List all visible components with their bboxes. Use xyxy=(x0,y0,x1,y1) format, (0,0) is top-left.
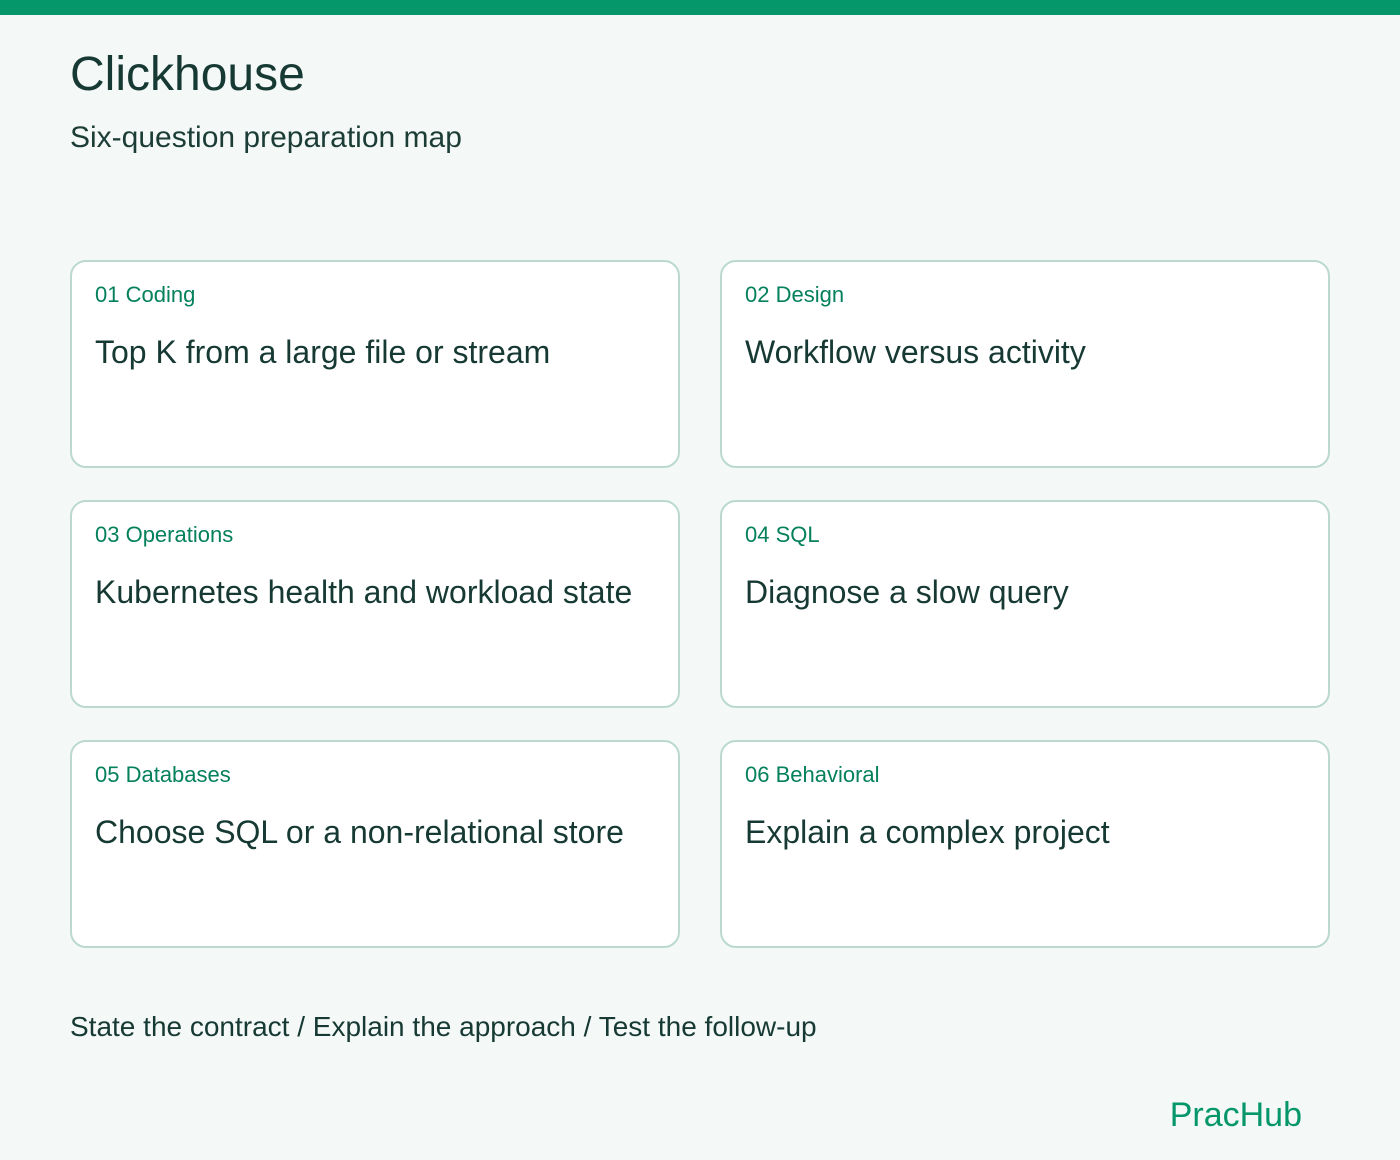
question-card-coding[interactable]: 01 Coding Top K from a large file or str… xyxy=(70,260,680,468)
card-question-title: Top K from a large file or stream xyxy=(95,334,551,370)
card-category-label: 06 Behavioral xyxy=(745,762,880,787)
question-card-design[interactable]: 02 Design Workflow versus activity xyxy=(720,260,1330,468)
card-category-label: 03 Operations xyxy=(95,522,234,547)
card-category-label: 02 Design xyxy=(745,282,845,307)
footer-method-note: State the contract / Explain the approac… xyxy=(70,1011,817,1042)
question-card-grid: 01 Coding Top K from a large file or str… xyxy=(70,260,1330,948)
page-title: Clickhouse xyxy=(70,48,305,101)
top-accent-bar xyxy=(0,0,1400,15)
question-card-behavioral[interactable]: 06 Behavioral Explain a complex project xyxy=(720,740,1330,948)
card-category-label: 05 Databases xyxy=(95,762,231,787)
question-card-operations[interactable]: 03 Operations Kubernetes health and work… xyxy=(70,500,680,708)
card-question-title: Workflow versus activity xyxy=(745,334,1086,370)
card-question-title: Diagnose a slow query xyxy=(745,574,1069,610)
question-card-databases[interactable]: 05 Databases Choose SQL or a non-relatio… xyxy=(70,740,680,948)
card-category-label: 01 Coding xyxy=(95,282,196,307)
card-category-label: 04 SQL xyxy=(745,522,820,547)
card-question-title: Explain a complex project xyxy=(745,814,1110,850)
card-question-title: Kubernetes health and workload state xyxy=(95,574,633,610)
page-subtitle: Six-question preparation map xyxy=(70,121,462,154)
brand-logo-text: PracHub xyxy=(1169,1096,1302,1134)
question-card-sql[interactable]: 04 SQL Diagnose a slow query xyxy=(720,500,1330,708)
card-question-title: Choose SQL or a non-relational store xyxy=(95,814,624,850)
